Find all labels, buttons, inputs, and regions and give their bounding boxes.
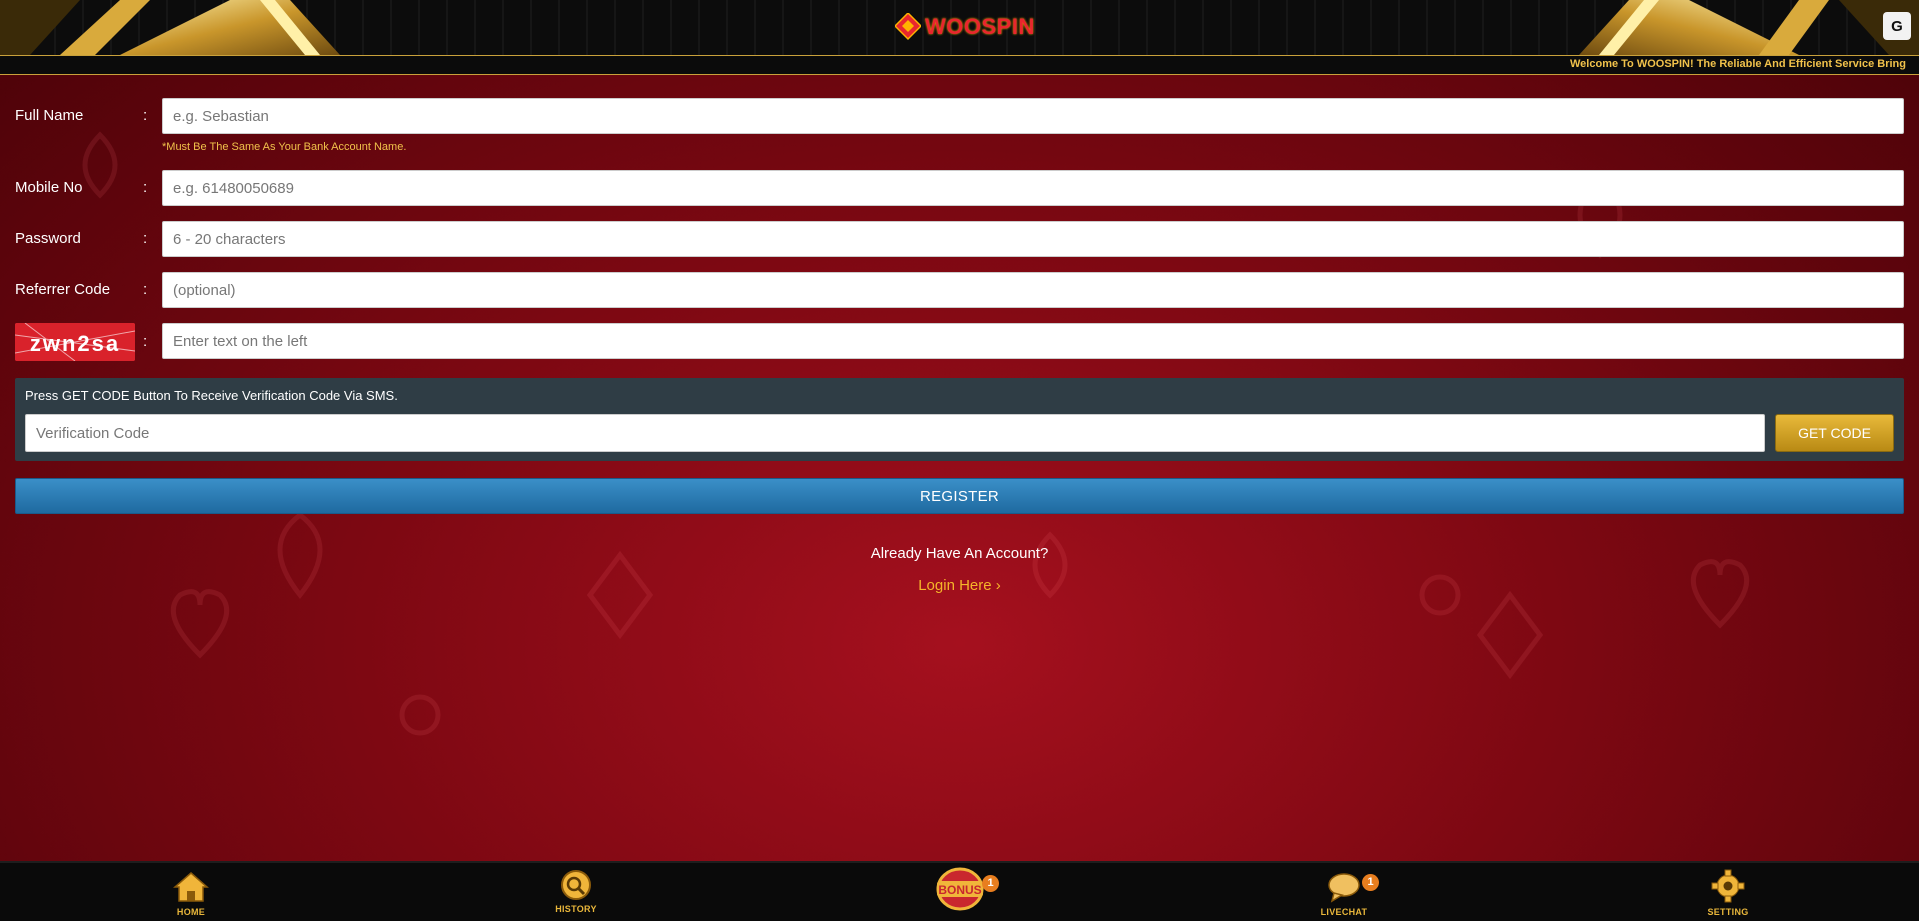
livechat-badge: 1 xyxy=(1362,874,1379,891)
marquee-text: Welcome To WOOSPIN! The Reliable And Eff… xyxy=(1570,58,1906,70)
top-header: WOOSPIN G xyxy=(0,0,1919,56)
already-account-text: Already Have An Account? xyxy=(870,545,1049,562)
captcha-input[interactable] xyxy=(162,323,1904,359)
brand-logo[interactable]: WOOSPIN xyxy=(895,10,1035,44)
get-code-button[interactable]: GET CODE xyxy=(1775,414,1894,452)
chat-icon xyxy=(1328,873,1360,903)
colon: : xyxy=(143,179,148,196)
referrer-input[interactable] xyxy=(162,272,1904,308)
nav-livechat[interactable]: 1 LIVECHAT xyxy=(1284,863,1404,921)
full-name-input[interactable] xyxy=(162,98,1904,134)
nav-setting-label: SETTING xyxy=(1707,907,1749,917)
full-name-hint: *Must Be The Same As Your Bank Account N… xyxy=(162,141,407,153)
captcha-image[interactable]: zwn2sa xyxy=(15,323,135,361)
bottom-navigation: HOME HISTORY BONUS 1 1 LIVECHAT SETTING xyxy=(0,861,1919,921)
nav-bonus[interactable]: BONUS 1 xyxy=(900,863,1020,921)
spade-logo-icon xyxy=(895,13,921,41)
bonus-text: BONUS xyxy=(938,883,981,897)
password-input[interactable] xyxy=(162,221,1904,257)
home-icon xyxy=(173,872,209,902)
chevron-right-icon: › xyxy=(995,577,1001,594)
login-link[interactable]: Login Here › xyxy=(0,577,1919,594)
verification-panel: Press GET CODE Button To Receive Verific… xyxy=(15,378,1904,461)
captcha-text: zwn2sa xyxy=(30,331,120,356)
gold-decoration-left xyxy=(0,0,340,55)
bonus-icon: BONUS xyxy=(936,867,984,911)
nav-history[interactable]: HISTORY xyxy=(516,863,636,921)
translate-icon[interactable]: G xyxy=(1883,12,1911,40)
password-label: Password xyxy=(15,230,81,247)
colon: : xyxy=(143,107,148,124)
captcha-graphic: zwn2sa xyxy=(15,323,135,361)
bonus-badge: 1 xyxy=(982,875,999,892)
register-button[interactable]: REGISTER xyxy=(15,478,1904,514)
announcement-marquee: Welcome To WOOSPIN! The Reliable And Eff… xyxy=(0,56,1919,75)
nav-home-label: HOME xyxy=(176,907,206,917)
referrer-label: Referrer Code xyxy=(15,281,111,298)
colon: : xyxy=(143,281,148,298)
verification-note: Press GET CODE Button To Receive Verific… xyxy=(25,388,398,403)
nav-history-label: HISTORY xyxy=(555,904,597,914)
colon: : xyxy=(143,333,148,350)
gear-icon xyxy=(1711,869,1745,903)
nav-setting[interactable]: SETTING xyxy=(1668,863,1788,921)
brand-name: WOOSPIN xyxy=(925,14,1035,39)
mobile-input[interactable] xyxy=(162,170,1904,206)
gold-decoration-right xyxy=(1579,0,1919,55)
full-name-label: Full Name xyxy=(15,107,84,124)
colon: : xyxy=(143,230,148,247)
history-icon xyxy=(561,870,591,900)
nav-home[interactable]: HOME xyxy=(131,863,251,921)
nav-livechat-label: LIVECHAT xyxy=(1320,907,1368,917)
verification-code-input[interactable] xyxy=(25,414,1765,452)
login-link-label: Login Here xyxy=(918,577,992,594)
mobile-label: Mobile No xyxy=(15,179,83,196)
